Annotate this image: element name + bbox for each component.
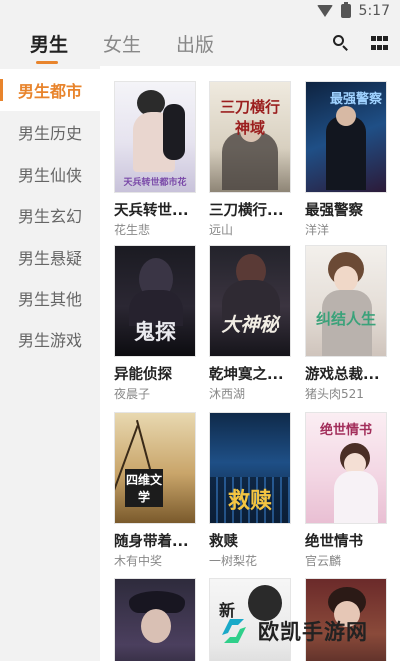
book-title: 三刀横行... (209, 203, 284, 219)
book-cover: 绝世情书 (305, 412, 387, 524)
sidebar-item-history[interactable]: 男生历史 (0, 111, 100, 153)
cover-title: 三刀横行神域 (219, 98, 280, 137)
battery-icon (340, 2, 351, 18)
sidebar-item-other[interactable]: 男生其他 (0, 277, 100, 319)
book-title: 随身带着... (114, 534, 189, 550)
book-grid: 天兵转世都市花 天兵转世... 花生悲 三刀横行神域 三刀横行... 远山 最强… (100, 66, 400, 661)
sidebar-item-game[interactable]: 男生游戏 (0, 318, 100, 360)
site-watermark: 欧凯手游网 (216, 611, 396, 651)
sidebar-item-suspense[interactable]: 男生悬疑 (0, 236, 100, 278)
wifi-icon (316, 5, 333, 17)
book-author: 远山 (209, 223, 234, 237)
watermark-text: 欧凯手游网 (258, 620, 368, 644)
book-author: 木有中奖 (114, 554, 163, 568)
tab-publish[interactable]: 出版 (176, 30, 214, 57)
book-cover: 大神秘 (209, 245, 291, 357)
category-header: 男生 女生 出版 (0, 24, 400, 66)
cover-title: 纠结人生 (315, 310, 376, 328)
book-author: 猪头肉521 (305, 387, 364, 401)
book-cover: 鬼探 (114, 245, 196, 357)
book-title: 异能侦探 (114, 367, 172, 383)
book-card[interactable]: 四维文学 随身带着... 木有中奖 (114, 412, 204, 568)
cover-title: 最强警察 (329, 92, 382, 107)
book-title: 乾坤寞之... (209, 367, 284, 383)
book-cover: 救赎 (209, 412, 291, 524)
category-sidebar: 男生都市 男生历史 男生仙侠 男生玄幻 男生悬疑 男生其他 男生游戏 (0, 66, 100, 661)
sidebar-item-fantasy[interactable]: 男生玄幻 (0, 194, 100, 236)
book-author: 沐西湖 (209, 387, 246, 401)
status-time: 5:17 (358, 3, 390, 19)
sidebar-item-urban[interactable]: 男生都市 (0, 69, 100, 111)
book-author: 洋洋 (305, 223, 330, 237)
book-title: 救赎 (209, 534, 238, 550)
book-title: 最强警察 (305, 203, 363, 219)
tab-male[interactable]: 男生 (30, 30, 68, 57)
book-card[interactable]: 纠结人生 游戏总裁... 猪头肉521 (305, 245, 395, 401)
book-title: 游戏总裁... (305, 367, 380, 383)
cover-title: 大神秘 (221, 314, 279, 336)
watermark-logo-icon (216, 613, 252, 649)
book-card[interactable]: 绝世情书 绝世情书 官云麟 (305, 412, 395, 568)
book-author: 官云麟 (305, 554, 342, 568)
status-bar: 5:17 (0, 0, 400, 24)
book-cover: 天兵转世都市花 (114, 81, 196, 193)
sidebar-item-xianxia[interactable]: 男生仙侠 (0, 153, 100, 195)
cover-title: 天兵转世都市花 (123, 178, 187, 188)
cover-title: 鬼探 (134, 319, 176, 344)
book-card[interactable]: 最强警察 最强警察 洋洋 (305, 81, 395, 237)
tab-female[interactable]: 女生 (103, 30, 141, 57)
book-author: 夜晨子 (114, 387, 151, 401)
book-cover: 纠结人生 (305, 245, 387, 357)
book-card[interactable]: 天兵转世都市花 天兵转世... 花生悲 (114, 81, 204, 237)
book-cover (114, 578, 196, 661)
book-card[interactable]: 大神秘 乾坤寞之... 沐西湖 (209, 245, 299, 401)
cover-title: 救赎 (227, 488, 272, 514)
active-tab-indicator (36, 61, 58, 64)
book-card[interactable] (114, 578, 204, 661)
book-cover: 三刀横行神域 (209, 81, 291, 193)
book-card[interactable]: 三刀横行神域 三刀横行... 远山 (209, 81, 299, 237)
book-author: 一树梨花 (209, 554, 258, 568)
search-icon[interactable] (331, 33, 351, 53)
cover-title: 绝世情书 (319, 423, 372, 438)
book-cover: 最强警察 (305, 81, 387, 193)
grid-view-icon[interactable] (371, 33, 391, 53)
book-cover: 四维文学 (114, 412, 196, 524)
book-author: 花生悲 (114, 223, 151, 237)
status-bar-right: 5:17 (316, 2, 390, 19)
book-title: 绝世情书 (305, 534, 363, 550)
book-card[interactable]: 鬼探 异能侦探 夜晨子 (114, 245, 204, 401)
book-title: 天兵转世... (114, 203, 189, 219)
cover-title: 四维文学 (125, 469, 163, 507)
book-card[interactable]: 救赎 救赎 一树梨花 (209, 412, 299, 568)
